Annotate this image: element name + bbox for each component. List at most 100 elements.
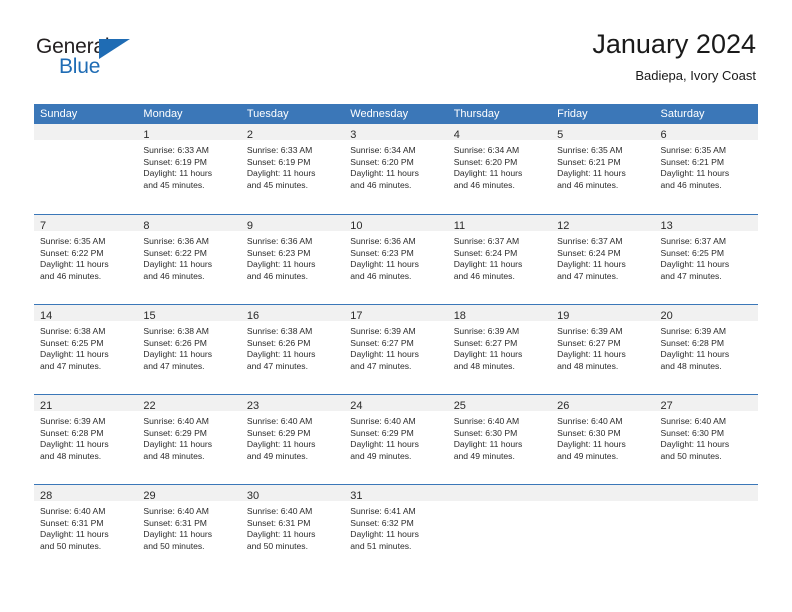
daylight-text-line1: Daylight: 11 hours <box>557 349 626 360</box>
daylight-text-line1: Daylight: 11 hours <box>246 259 316 270</box>
daylight-text-line2: and 48 minutes. <box>557 360 619 371</box>
day-number-band: 7 <box>34 215 138 232</box>
week-row: 14 Sunrise: 6:38 AM Sunset: 6:25 PM Dayl… <box>34 304 758 394</box>
sunset-text: Sunset: 6:19 PM <box>143 156 207 167</box>
daylight-text-line2: and 45 minutes. <box>143 179 205 190</box>
day-details: Sunrise: 6:41 AM Sunset: 6:32 PM Dayligh… <box>344 501 447 552</box>
day-details: Sunrise: 6:40 AM Sunset: 6:31 PM Dayligh… <box>137 501 240 552</box>
day-cell: 7 Sunrise: 6:35 AM Sunset: 6:22 PM Dayli… <box>34 215 138 304</box>
sunset-text: Sunset: 6:28 PM <box>660 337 725 348</box>
day-number: 25 <box>453 400 466 412</box>
sunset-text: Sunset: 6:31 PM <box>143 517 207 528</box>
logo-text-blue: Blue <box>59 55 101 78</box>
day-number-band: 30 <box>240 485 345 502</box>
page-subtitle: Badiepa, Ivory Coast <box>635 68 756 83</box>
daylight-text-line1: Daylight: 11 hours <box>40 259 109 270</box>
day-number-band: 21 <box>34 395 138 412</box>
daylight-text-line2: and 47 minutes. <box>557 270 619 281</box>
day-details: Sunrise: 6:36 AM Sunset: 6:23 PM Dayligh… <box>241 231 344 282</box>
sunrise-text: Sunrise: 6:40 AM <box>40 506 106 516</box>
daylight-text-line1: Daylight: 11 hours <box>557 168 626 179</box>
day-number-band: 2 <box>240 124 345 141</box>
day-number-band: 9 <box>240 215 345 232</box>
day-cell <box>551 485 655 574</box>
sunset-text: Sunset: 6:29 PM <box>143 427 207 438</box>
day-number: 6 <box>660 129 667 141</box>
day-details: Sunrise: 6:37 AM Sunset: 6:24 PM Dayligh… <box>448 231 551 282</box>
sunrise-text: Sunrise: 6:33 AM <box>143 145 209 155</box>
sunset-text: Sunset: 6:29 PM <box>350 427 414 438</box>
day-cell: 11 Sunrise: 6:37 AM Sunset: 6:24 PM Dayl… <box>447 215 552 304</box>
weekday-header-sunday: Sunday <box>40 108 78 120</box>
daylight-text-line2: and 50 minutes. <box>246 540 308 551</box>
daylight-text-line2: and 46 minutes. <box>350 179 412 190</box>
weekday-header-saturday: Saturday <box>660 108 705 120</box>
day-cell: 30 Sunrise: 6:40 AM Sunset: 6:31 PM Dayl… <box>240 485 345 574</box>
daylight-text-line2: and 46 minutes. <box>143 270 205 281</box>
sunset-text: Sunset: 6:25 PM <box>660 247 725 258</box>
generalblue-logo: General Blue <box>36 36 156 80</box>
day-number: 8 <box>143 220 150 232</box>
sunset-text: Sunset: 6:27 PM <box>453 337 518 348</box>
daylight-text-line2: and 46 minutes. <box>40 270 102 281</box>
daylight-text-line2: and 48 minutes. <box>453 360 515 371</box>
day-number-band: 23 <box>240 395 345 412</box>
sunset-text: Sunset: 6:23 PM <box>246 247 311 258</box>
sunrise-text: Sunrise: 6:37 AM <box>557 236 623 246</box>
day-number-band <box>654 485 758 501</box>
day-cell: 10 Sunrise: 6:36 AM Sunset: 6:23 PM Dayl… <box>344 215 448 304</box>
sunrise-text: Sunrise: 6:39 AM <box>40 416 106 426</box>
day-details: Sunrise: 6:35 AM Sunset: 6:21 PM Dayligh… <box>551 140 654 191</box>
calendar-page: General Blue January 2024 Badiepa, Ivory… <box>0 0 792 612</box>
sunrise-text: Sunrise: 6:39 AM <box>557 326 623 336</box>
sunset-text: Sunset: 6:28 PM <box>40 427 104 438</box>
day-number: 3 <box>350 129 357 141</box>
sunset-text: Sunset: 6:21 PM <box>557 156 621 167</box>
day-number: 14 <box>40 310 53 322</box>
day-number: 2 <box>246 129 253 141</box>
day-number-band: 16 <box>240 305 345 322</box>
day-number-band: 4 <box>447 124 552 141</box>
day-cell: 21 Sunrise: 6:39 AM Sunset: 6:28 PM Dayl… <box>34 395 138 484</box>
week-row: 7 Sunrise: 6:35 AM Sunset: 6:22 PM Dayli… <box>34 214 758 304</box>
day-details: Sunrise: 6:35 AM Sunset: 6:22 PM Dayligh… <box>34 231 137 282</box>
sunset-text: Sunset: 6:24 PM <box>557 247 621 258</box>
day-number-band <box>551 485 655 501</box>
daylight-text-line1: Daylight: 11 hours <box>557 259 626 270</box>
day-number: 5 <box>557 129 564 141</box>
day-number: 29 <box>143 490 156 502</box>
sunrise-text: Sunrise: 6:40 AM <box>557 416 623 426</box>
calendar-grid: Sunday Monday Tuesday Wednesday Thursday… <box>34 104 758 574</box>
day-details: Sunrise: 6:37 AM Sunset: 6:25 PM Dayligh… <box>655 231 758 282</box>
week-row: 1 Sunrise: 6:33 AM Sunset: 6:19 PM Dayli… <box>34 124 758 214</box>
sunset-text: Sunset: 6:23 PM <box>350 247 414 258</box>
day-details: Sunrise: 6:39 AM Sunset: 6:28 PM Dayligh… <box>34 411 137 462</box>
sunrise-text: Sunrise: 6:36 AM <box>350 236 416 246</box>
day-cell: 14 Sunrise: 6:38 AM Sunset: 6:25 PM Dayl… <box>34 305 138 394</box>
sunset-text: Sunset: 6:26 PM <box>246 337 311 348</box>
day-number: 16 <box>246 310 260 322</box>
daylight-text-line1: Daylight: 11 hours <box>40 349 109 360</box>
day-number-band: 26 <box>551 395 655 412</box>
day-details: Sunrise: 6:40 AM Sunset: 6:30 PM Dayligh… <box>551 411 654 462</box>
page-title: January 2024 <box>592 29 756 59</box>
day-cell: 2 Sunrise: 6:33 AM Sunset: 6:19 PM Dayli… <box>240 124 345 214</box>
day-details: Sunrise: 6:39 AM Sunset: 6:27 PM Dayligh… <box>551 321 654 372</box>
day-details: Sunrise: 6:34 AM Sunset: 6:20 PM Dayligh… <box>448 140 551 191</box>
daylight-text-line1: Daylight: 11 hours <box>453 168 523 179</box>
day-number: 31 <box>350 490 363 502</box>
daylight-text-line2: and 47 minutes. <box>660 270 722 281</box>
day-cell: 28 Sunrise: 6:40 AM Sunset: 6:31 PM Dayl… <box>34 485 138 574</box>
day-number: 11 <box>453 220 466 232</box>
day-number-band: 5 <box>551 124 655 141</box>
day-number-band: 29 <box>137 485 241 502</box>
daylight-text-line1: Daylight: 11 hours <box>660 439 730 450</box>
daylight-text-line1: Daylight: 11 hours <box>143 168 213 179</box>
day-cell: 18 Sunrise: 6:39 AM Sunset: 6:27 PM Dayl… <box>447 305 552 394</box>
day-details <box>551 501 654 506</box>
daylight-text-line1: Daylight: 11 hours <box>40 439 109 450</box>
sunrise-text: Sunrise: 6:37 AM <box>660 236 726 246</box>
daylight-text-line2: and 49 minutes. <box>246 450 308 461</box>
daylight-text-line1: Daylight: 11 hours <box>453 439 523 450</box>
daylight-text-line1: Daylight: 11 hours <box>557 439 626 450</box>
